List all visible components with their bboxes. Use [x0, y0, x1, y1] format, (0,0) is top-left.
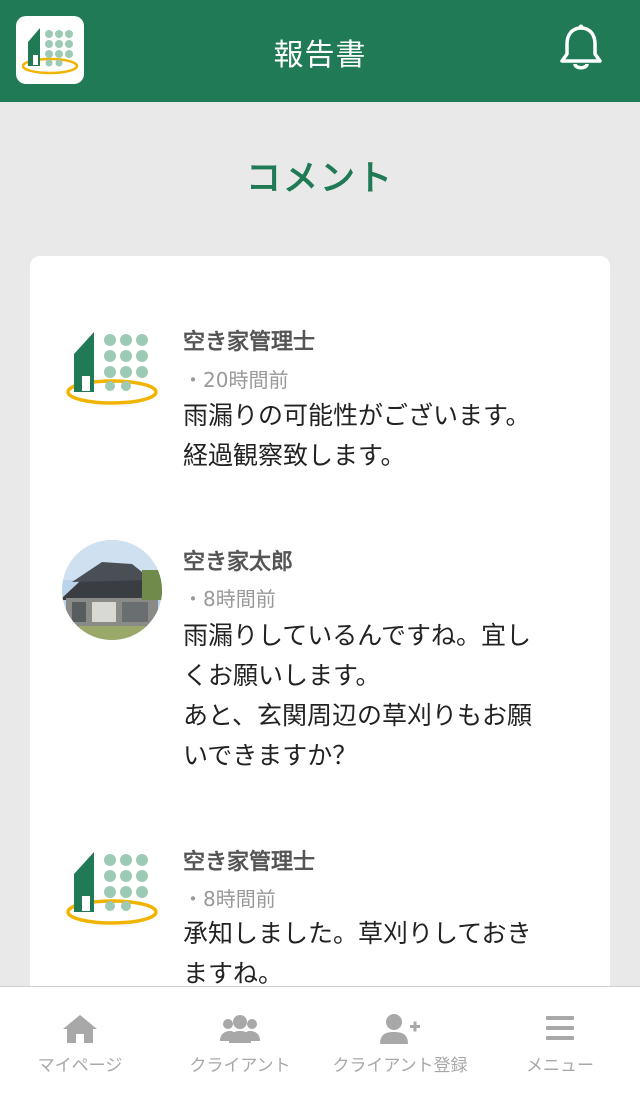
notification-button[interactable]: [554, 22, 608, 76]
tab-clients[interactable]: クライアント: [160, 987, 320, 1096]
comment-author: 空き家管理士: [183, 850, 316, 875]
company-logo-icon: [66, 332, 158, 405]
company-logo-icon: [66, 852, 158, 925]
comments-card: 空き家管理士 ・20時間前 雨漏りの可能性がございます。 経過観察致します。 空…: [30, 256, 610, 1016]
avatar: [62, 844, 162, 944]
comment-author: 空き家太郎: [183, 550, 294, 575]
home-icon: [63, 1015, 97, 1043]
tab-mypage[interactable]: マイページ: [0, 987, 160, 1096]
tab-label: メニュー: [526, 1056, 594, 1076]
menu-icon: [546, 1016, 574, 1040]
house-photo-image: [62, 540, 162, 640]
users-icon: [220, 1015, 260, 1043]
header-title: 報告書: [273, 38, 367, 73]
tab-client-register[interactable]: クライアント登録: [320, 987, 480, 1096]
tab-label: クライアント登録: [332, 1056, 468, 1076]
avatar: [62, 540, 162, 640]
comment-time: ・20時間前: [183, 368, 289, 392]
comment-text: 雨漏りの可能性がございます。 経過観察致します。: [183, 401, 531, 470]
app-header: 報告書: [0, 0, 640, 102]
page-title: コメント: [245, 159, 394, 199]
tab-label: マイページ: [37, 1056, 123, 1076]
comment-time: ・8時間前: [183, 887, 276, 911]
bottom-tab-bar: マイページ クライアント クライアント登録 メニュー: [0, 986, 640, 1096]
tab-label: クライアント: [189, 1056, 291, 1076]
comment-text: 承知しました。草刈りしておき ますね。: [183, 919, 532, 988]
comment-author: 空き家管理士: [183, 330, 316, 355]
bell-icon: [560, 24, 602, 70]
comment-time: ・8時間前: [183, 587, 276, 611]
comment-text: 雨漏りしているんですね。宜し くお願いします。 あと、玄関周辺の草刈りもお願 い…: [183, 621, 533, 770]
user-plus-icon: [380, 1014, 420, 1044]
tab-menu[interactable]: メニュー: [480, 987, 640, 1096]
avatar: [62, 324, 162, 424]
